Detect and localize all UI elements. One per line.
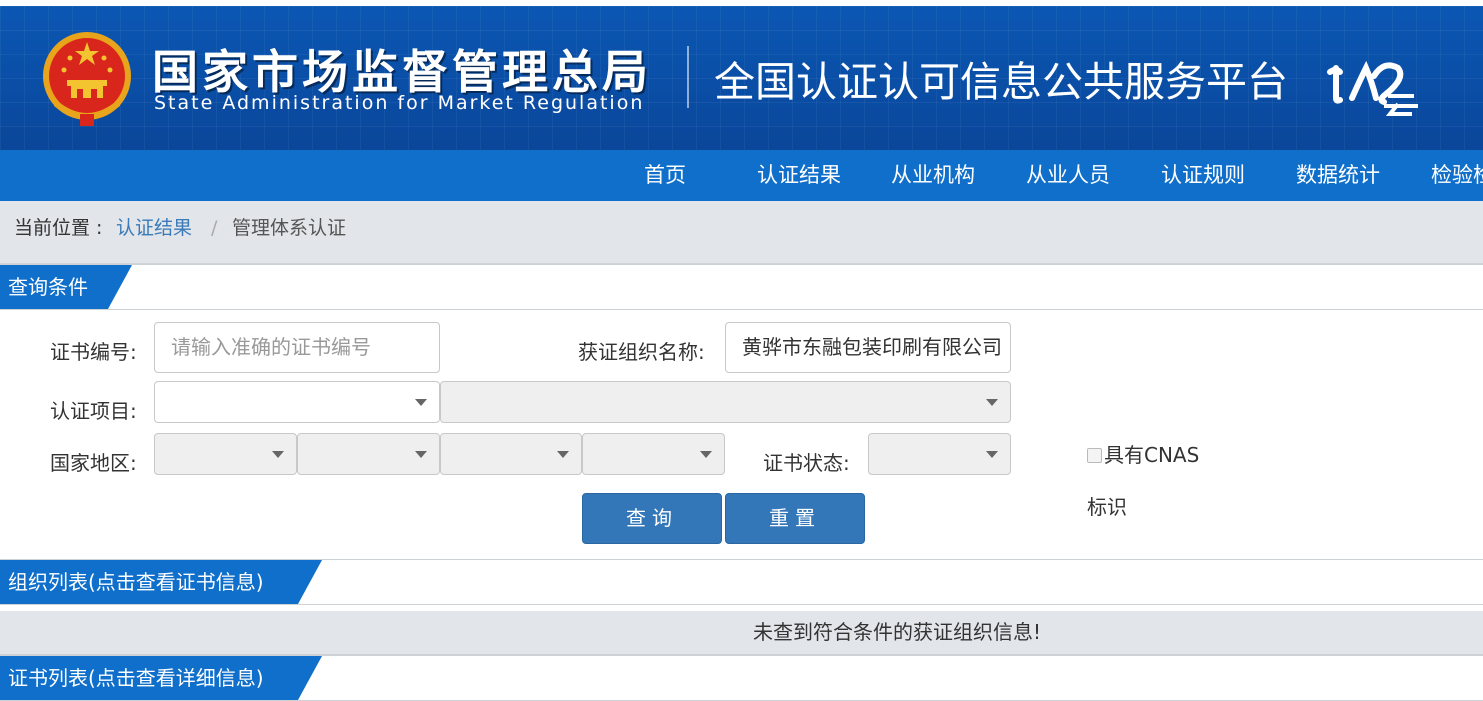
cert-list-section-header: 证书列表(点击查看详细信息) bbox=[0, 655, 1483, 701]
project-label: 认证项目: bbox=[50, 399, 137, 423]
region-select-country[interactable] bbox=[154, 433, 297, 475]
org-list-empty-row: 未查到符合条件的获证组织信息! bbox=[0, 611, 1483, 655]
nav-item-cert-results[interactable]: 认证结果 bbox=[757, 150, 841, 201]
platform-title: 全国认证认可信息公共服务平台 bbox=[714, 58, 1288, 106]
breadcrumb-separator: / bbox=[211, 217, 218, 239]
renyun-logo-icon bbox=[1327, 60, 1418, 116]
query-section-tab-edge bbox=[108, 265, 132, 309]
org-list-empty-message: 未查到符合条件的获证组织信息! bbox=[753, 620, 1042, 644]
header-divider bbox=[687, 46, 689, 108]
query-section-title: 查询条件 bbox=[0, 265, 108, 309]
chevron-down-icon bbox=[986, 399, 998, 406]
query-button[interactable]: 查询 bbox=[582, 493, 722, 544]
national-emblem-icon bbox=[43, 32, 131, 126]
main-nav: 首页 认证结果 从业机构 从业人员 认证规则 数据统计 检验检 bbox=[0, 150, 1483, 201]
chevron-down-icon bbox=[415, 399, 427, 406]
chevron-down-icon bbox=[557, 451, 569, 458]
cnas-label: 具有CNAS标识 bbox=[1087, 443, 1200, 519]
chevron-down-icon bbox=[272, 451, 284, 458]
cert-no-input[interactable]: 请输入准确的证书编号 bbox=[154, 322, 440, 373]
breadcrumb-current: 管理体系认证 bbox=[232, 217, 347, 239]
project-select[interactable] bbox=[154, 381, 440, 423]
cert-list-section-title: 证书列表(点击查看详细信息) bbox=[0, 656, 298, 700]
chevron-down-icon bbox=[700, 451, 712, 458]
query-section-header: 查询条件 bbox=[0, 264, 1483, 310]
nav-item-inspection[interactable]: 检验检 bbox=[1431, 150, 1483, 201]
region-select-province[interactable] bbox=[297, 433, 440, 475]
org-list-section-title: 组织列表(点击查看证书信息) bbox=[0, 560, 298, 604]
chevron-down-icon bbox=[415, 451, 427, 458]
region-label: 国家地区: bbox=[50, 451, 137, 475]
status-label: 证书状态: bbox=[763, 451, 850, 475]
nav-item-statistics[interactable]: 数据统计 bbox=[1296, 150, 1380, 201]
nav-item-institutions[interactable]: 从业机构 bbox=[891, 150, 975, 201]
region-select-city[interactable] bbox=[440, 433, 582, 475]
nav-item-personnel[interactable]: 从业人员 bbox=[1026, 150, 1110, 201]
breadcrumb: 当前位置 : 认证结果 / 管理体系认证 bbox=[0, 201, 1483, 264]
org-name-input[interactable]: 黄骅市东融包装印刷有限公司 bbox=[725, 322, 1011, 373]
org-list-section-tab-edge bbox=[298, 560, 322, 604]
breadcrumb-label: 当前位置 : bbox=[14, 217, 103, 239]
org-list-section-header: 组织列表(点击查看证书信息) bbox=[0, 559, 1483, 605]
breadcrumb-link-cert-results[interactable]: 认证结果 bbox=[116, 201, 192, 255]
reset-button[interactable]: 重置 bbox=[725, 493, 865, 544]
site-banner: 国家市场监督管理总局 State Administration for Mark… bbox=[0, 6, 1483, 150]
chevron-down-icon bbox=[986, 451, 998, 458]
nav-item-home[interactable]: 首页 bbox=[644, 150, 686, 201]
nav-item-cert-rules[interactable]: 认证规则 bbox=[1161, 150, 1245, 201]
org-name-label: 获证组织名称: bbox=[578, 340, 705, 364]
project-subselect[interactable] bbox=[440, 381, 1011, 423]
agency-name-en: State Administration for Market Regulati… bbox=[154, 92, 645, 114]
region-select-district[interactable] bbox=[582, 433, 725, 475]
cert-list-section-tab-edge bbox=[298, 656, 322, 700]
status-select[interactable] bbox=[868, 433, 1011, 475]
cert-no-label: 证书编号: bbox=[50, 340, 137, 364]
